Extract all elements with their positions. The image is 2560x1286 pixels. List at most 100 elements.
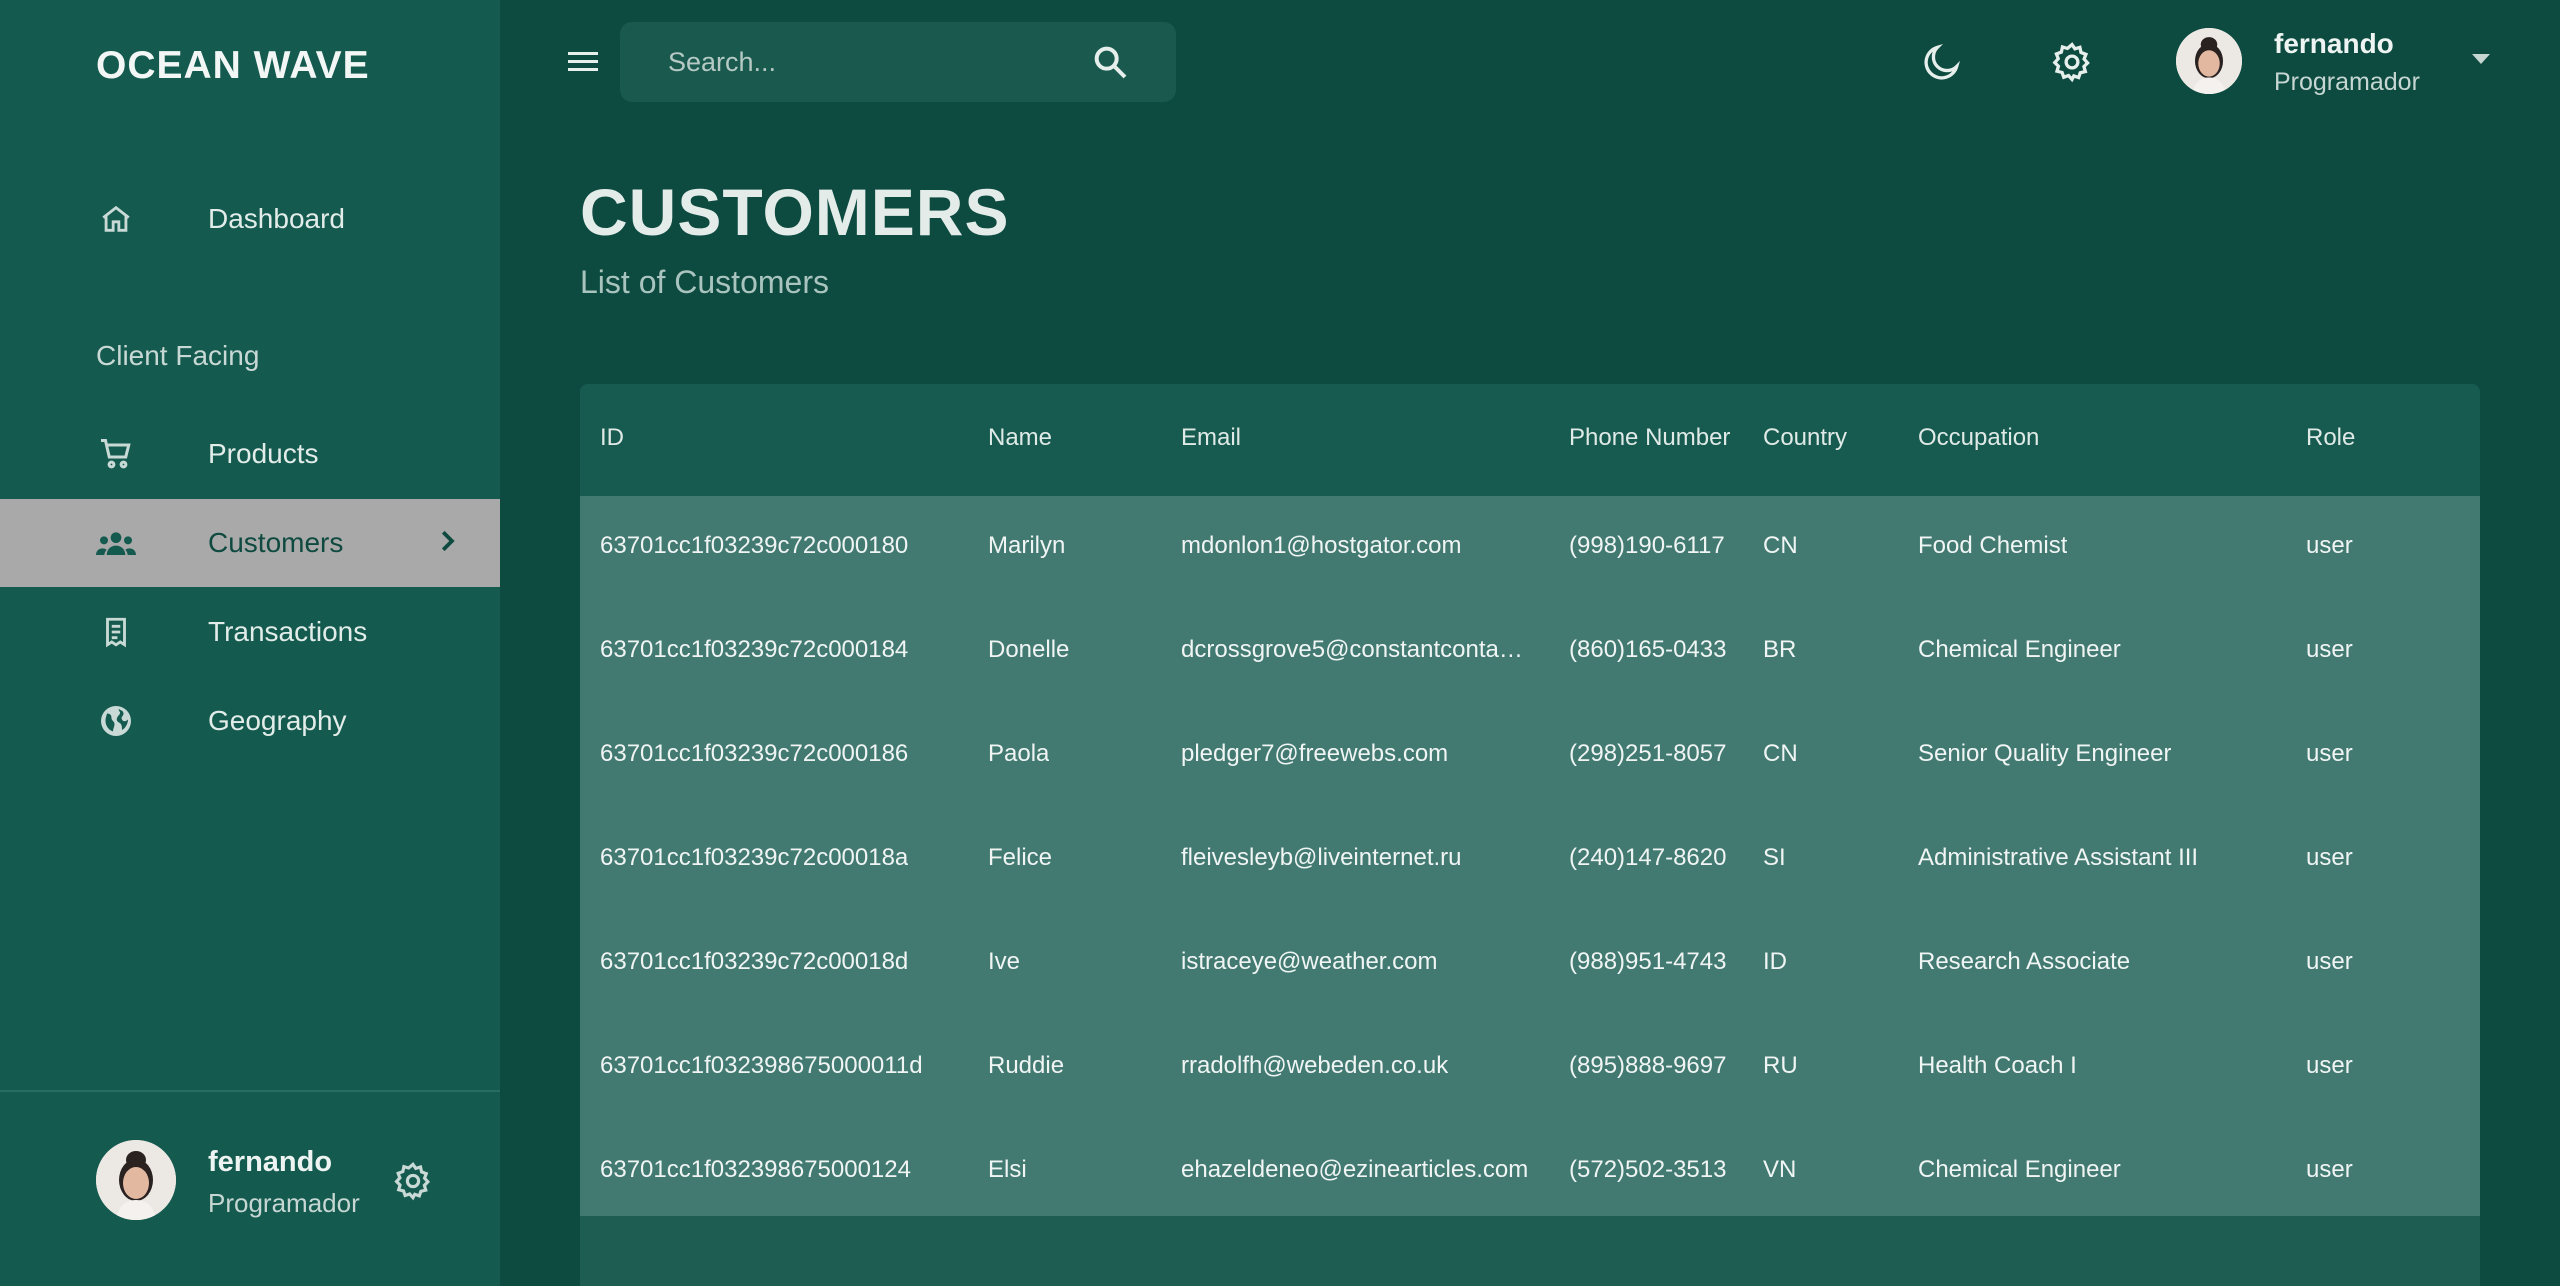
settings-gear-icon[interactable] <box>2050 40 2094 84</box>
cell-occupation: Research Associate <box>1918 948 2131 975</box>
table-footer <box>580 1216 2480 1286</box>
table-row[interactable]: 63701cc1f032398675000011d Ruddie rradolfh@… <box>580 1016 2480 1120</box>
cell-id: 63701cc1f032398675000011d <box>600 1052 923 1079</box>
table-header: ID Name Email Phone Number Country Occup… <box>580 384 2480 496</box>
cell-id: 63701cc1f03239c72c000186 <box>600 740 909 767</box>
search-input[interactable] <box>668 22 1068 102</box>
avatar <box>2176 28 2242 94</box>
cell-role: user <box>2306 740 2353 767</box>
cell-country: SI <box>1763 844 1786 871</box>
cell-country: RU <box>1763 1052 1798 1079</box>
cell-name: Elsi <box>988 1156 1027 1183</box>
column-header-role[interactable]: Role <box>2306 424 2355 452</box>
table-row[interactable]: 63701cc1f03239c72c00018d Ive istraceye@wea… <box>580 912 2480 1016</box>
cell-id: 63701cc1f03239c72c00018a <box>600 844 909 871</box>
sidebar-user-card: fernando Programador <box>96 1140 476 1220</box>
cell-phone: (240)147-8620 <box>1569 844 1727 871</box>
brand-logo[interactable]: OCEAN WAVE <box>96 44 370 88</box>
home-icon <box>96 199 136 239</box>
cell-occupation: Food Chemist <box>1918 532 2068 559</box>
cart-icon <box>96 434 136 474</box>
chevron-right-icon <box>432 526 462 561</box>
cell-phone: (298)251-8057 <box>1569 740 1727 767</box>
table-row[interactable]: 63701cc1f03239c72c000180 Marilyn mdonlon1@… <box>580 496 2480 600</box>
cell-phone: (988)951-4743 <box>1569 948 1727 975</box>
column-header-phone[interactable]: Phone Number <box>1569 424 1730 452</box>
cell-email: istraceye@weather.com <box>1181 948 1438 975</box>
column-header-country[interactable]: Country <box>1763 424 1847 452</box>
sidebar-item-transactions[interactable]: Transactions <box>0 588 500 676</box>
table-row[interactable]: 63701cc1f03239c72c000184 Donelle dcrossgro… <box>580 600 2480 704</box>
cell-role: user <box>2306 1156 2353 1183</box>
cell-email: dcrossgrove5@constantconta… <box>1181 636 1523 663</box>
sidebar-item-customers[interactable]: Customers <box>0 499 500 587</box>
cell-phone: (895)888-9697 <box>1569 1052 1727 1079</box>
cell-country: ID <box>1763 948 1787 975</box>
cell-email: fleivesleyb@liveinternet.ru <box>1181 844 1462 871</box>
sidebar-item-label: Transactions <box>208 616 368 647</box>
cell-phone: (572)502-3513 <box>1569 1156 1727 1183</box>
cell-country: CN <box>1763 532 1798 559</box>
column-header-occupation[interactable]: Occupation <box>1918 424 2039 452</box>
sidebar-item-label: Geography <box>208 705 347 736</box>
cell-role: user <box>2306 636 2353 663</box>
cell-id: 63701cc1f03239c72c000184 <box>600 636 909 663</box>
cell-name: Marilyn <box>988 532 1066 559</box>
cell-role: user <box>2306 532 2353 559</box>
table-body: 63701cc1f03239c72c000180 Marilyn mdonlon1@… <box>580 496 2480 1216</box>
sidebar-item-label: Dashboard <box>208 203 345 234</box>
user-name: fernando <box>2274 28 2394 59</box>
sidebar-item-geography[interactable]: Geography <box>0 677 500 765</box>
user-role: Programador <box>208 1188 360 1218</box>
cell-email: mdonlon1@hostgator.com <box>1181 532 1462 559</box>
user-menu[interactable]: fernando Programador <box>2176 28 2496 96</box>
cell-occupation: Administrative Assistant III <box>1918 844 2199 871</box>
user-role: Programador <box>2274 68 2420 96</box>
section-label: Client Facing <box>96 340 260 371</box>
page-subtitle: List of Customers <box>580 264 829 300</box>
caret-down-icon <box>2470 52 2492 71</box>
cell-name: Ruddie <box>988 1052 1065 1079</box>
cell-role: user <box>2306 1052 2353 1079</box>
avatar[interactable] <box>96 1140 176 1220</box>
cell-email: ehazeldeneo@ezinearticles.com <box>1181 1156 1529 1183</box>
cell-occupation: Health Coach I <box>1918 1052 2077 1079</box>
globe-icon <box>96 701 136 741</box>
cell-occupation: Chemical Engineer <box>1918 1156 2121 1183</box>
sidebar: OCEAN WAVE Dashboard Client Facing Produ… <box>0 0 500 1286</box>
cell-country: CN <box>1763 740 1798 767</box>
sidebar-item-label: Customers <box>208 527 344 558</box>
column-header-id[interactable]: ID <box>600 424 624 452</box>
page-title: CUSTOMERS <box>580 175 1010 249</box>
sidebar-item-products[interactable]: Products <box>0 410 500 498</box>
cell-role: user <box>2306 844 2353 871</box>
column-header-name[interactable]: Name <box>988 424 1052 452</box>
cell-occupation: Chemical Engineer <box>1918 636 2121 663</box>
cell-country: BR <box>1763 636 1797 663</box>
table-row[interactable]: 63701cc1f03239c72c00018a Felice fleivesley… <box>580 808 2480 912</box>
sidebar-divider <box>0 1090 500 1092</box>
search-icon[interactable] <box>1090 42 1130 82</box>
cell-id: 63701cc1f032398675000124 <box>600 1156 911 1183</box>
cell-email: rradolfh@webeden.co.uk <box>1181 1052 1449 1079</box>
sidebar-item-label: Products <box>208 438 319 469</box>
column-header-email[interactable]: Email <box>1181 424 1241 452</box>
cell-occupation: Senior Quality Engineer <box>1918 740 2172 767</box>
cell-name: Paola <box>988 740 1050 767</box>
search-bar <box>620 22 1176 102</box>
cell-name: Felice <box>988 844 1053 871</box>
dark-mode-toggle-icon[interactable] <box>1920 40 1964 84</box>
receipt-icon <box>96 612 136 652</box>
cell-phone: (860)165-0433 <box>1569 636 1727 663</box>
cell-name: Donelle <box>988 636 1070 663</box>
cell-id: 63701cc1f03239c72c00018d <box>600 948 909 975</box>
sidebar-item-dashboard[interactable]: Dashboard <box>0 175 500 263</box>
cell-email: pledger7@freewebs.com <box>1181 740 1449 767</box>
menu-toggle-button[interactable] <box>564 44 604 80</box>
table-row[interactable]: 63701cc1f03239c72c000186 Paola pledger7@fr… <box>580 704 2480 808</box>
cell-role: user <box>2306 948 2353 975</box>
cell-phone: (998)190-6117 <box>1569 532 1725 559</box>
user-name: fernando <box>208 1146 333 1178</box>
table-row[interactable]: 63701cc1f032398675000124 Elsi ehazeldeneo@… <box>580 1120 2480 1224</box>
gear-icon[interactable] <box>392 1160 434 1202</box>
